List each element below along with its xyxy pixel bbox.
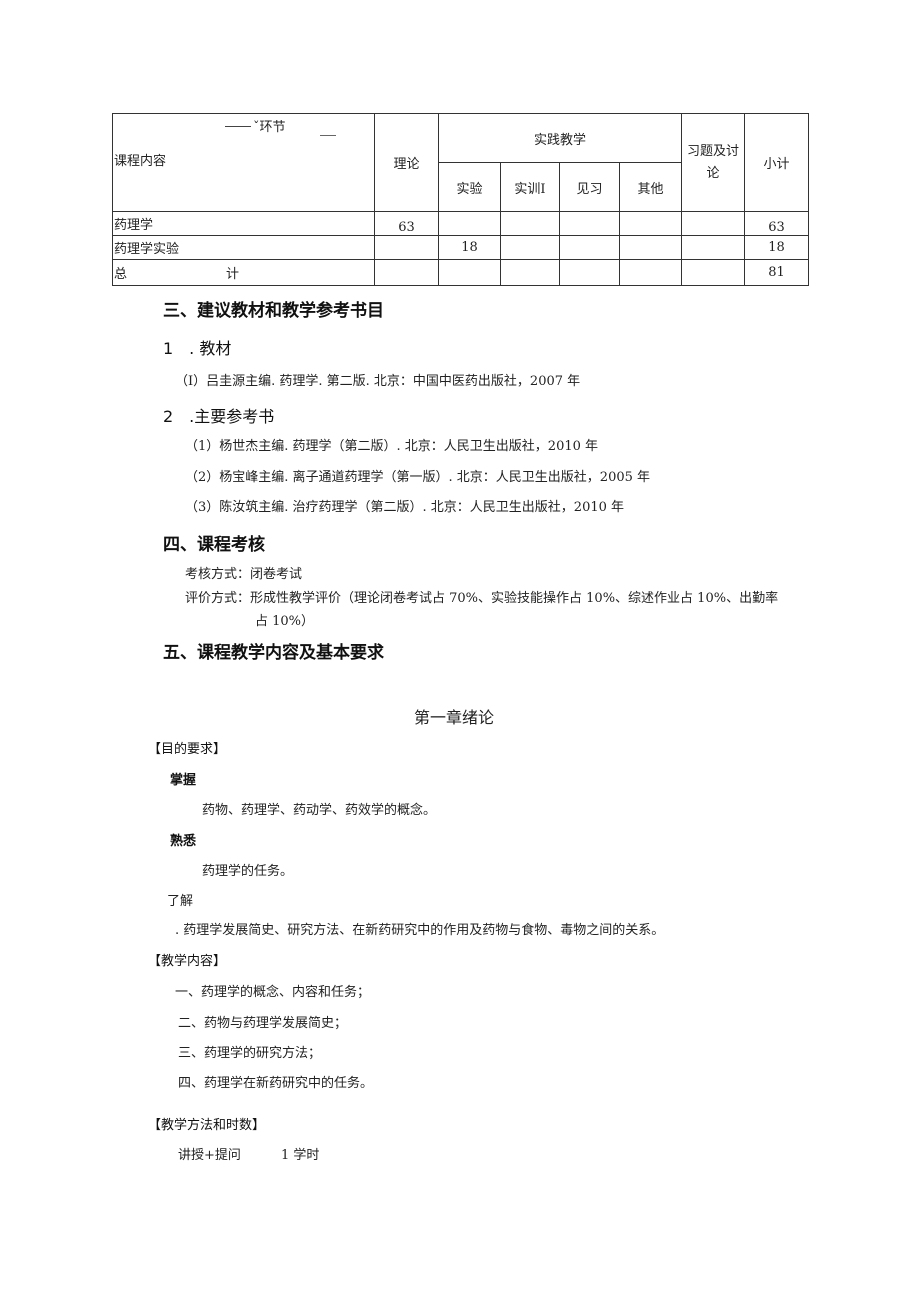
table-row: 药理学实验 18 18 bbox=[112, 235, 809, 260]
header-internship: 见习 bbox=[559, 162, 620, 212]
row-training bbox=[500, 235, 560, 260]
reference-item: （1）杨世杰主编. 药理学（第二版）. 北京：人民卫生出版社，2010 年 bbox=[185, 439, 599, 454]
total-subtotal: 81 bbox=[744, 259, 809, 286]
row-subtotal: 18 bbox=[744, 235, 809, 260]
header-practice-group: 实践教学 bbox=[438, 113, 682, 163]
header-dash bbox=[320, 135, 336, 136]
method-heading: 【教学方法和时数】 bbox=[148, 1118, 266, 1133]
familiar-text: 药理学的任务。 bbox=[202, 864, 294, 879]
header-theory: 理论 bbox=[374, 113, 439, 212]
evaluation-method-line2: 占 10%） bbox=[255, 614, 315, 629]
textbook-item: （I）吕圭源主编. 药理学. 第二版. 北京：中国中医药出版社，2007 年 bbox=[175, 374, 581, 389]
reference-item: （3）陈汝筑主编. 治疗药理学（第二版）. 北京：人民卫生出版社，2010 年 bbox=[185, 500, 625, 515]
row-subtotal: 63 bbox=[744, 211, 809, 236]
row-exercise bbox=[681, 211, 745, 236]
section-5-title: 五、课程教学内容及基本要求 bbox=[163, 643, 384, 663]
header-training: 实训Ⅰ bbox=[500, 162, 560, 212]
evaluation-method-line1: 评价方式：形成性教学评价（理论闭卷考试占 70%、实验技能操作占 10%、综述作… bbox=[185, 591, 779, 606]
content-item: 二、药物与药理学发展简史； bbox=[178, 1016, 348, 1031]
master-label: 掌握 bbox=[170, 773, 197, 788]
header-subtotal: 小计 bbox=[744, 113, 809, 212]
table-total-row: 总计 81 bbox=[112, 259, 809, 286]
row-name: 药理学 bbox=[112, 211, 375, 236]
header-segment-label: ˇ环节 bbox=[253, 120, 286, 135]
row-internship bbox=[559, 211, 620, 236]
row-exercise bbox=[681, 235, 745, 260]
header-exercise: 习题及讨论 bbox=[681, 113, 745, 212]
row-experiment bbox=[438, 211, 501, 236]
understand-label: 了解 bbox=[167, 894, 194, 909]
table-row: 药理学 63 63 bbox=[112, 211, 809, 236]
header-experiment: 实验 bbox=[438, 162, 501, 212]
row-internship bbox=[559, 235, 620, 260]
course-hours-table: ˇ环节 课程内容 理论 实践教学 习题及讨论 小计 实验 实训Ⅰ 见习 其他 药… bbox=[112, 113, 809, 286]
row-training bbox=[500, 211, 560, 236]
row-theory bbox=[374, 235, 439, 260]
goals-heading: 【目的要求】 bbox=[148, 742, 227, 757]
section-3-title: 三、建议教材和教学参考书目 bbox=[163, 301, 384, 321]
master-text: 药物、药理学、药动学、药效学的概念。 bbox=[202, 803, 437, 818]
header-course-content-label: 课程内容 bbox=[114, 154, 167, 169]
row-other bbox=[619, 211, 682, 236]
exam-method: 考核方式：闭卷考试 bbox=[185, 567, 303, 582]
chapter-title: 第一章绪论 bbox=[414, 708, 495, 727]
row-name: 药理学实验 bbox=[112, 235, 375, 260]
header-other: 其他 bbox=[619, 162, 682, 212]
row-experiment: 18 bbox=[438, 235, 501, 260]
total-label: 总计 bbox=[112, 259, 375, 286]
row-theory: 63 bbox=[374, 211, 439, 236]
header-underline bbox=[225, 126, 251, 127]
section-4-title: 四、课程考核 bbox=[163, 535, 265, 555]
reference-item: （2）杨宝峰主编. 离子通道药理学（第一版）. 北京：人民卫生出版社，2005 … bbox=[185, 470, 651, 485]
references-heading: 2 .主要参考书 bbox=[163, 407, 275, 426]
textbook-heading: 1 . 教材 bbox=[163, 339, 232, 358]
familiar-label: 熟悉 bbox=[170, 834, 197, 849]
content-item: 一、药理学的概念、内容和任务； bbox=[175, 985, 371, 1000]
understand-text: . 药理学发展简史、研究方法、在新药研究中的作用及药物与食物、毒物之间的关系。 bbox=[175, 923, 665, 938]
diagonal-header-cell: ˇ环节 课程内容 bbox=[112, 113, 375, 212]
method-hours: 1 学时 bbox=[281, 1148, 320, 1163]
content-item: 三、药理学的研究方法； bbox=[178, 1046, 322, 1061]
row-other bbox=[619, 235, 682, 260]
content-item: 四、药理学在新药研究中的任务。 bbox=[178, 1076, 374, 1091]
method-text: 讲授+提问 bbox=[178, 1148, 241, 1163]
content-heading: 【教学内容】 bbox=[148, 954, 227, 969]
